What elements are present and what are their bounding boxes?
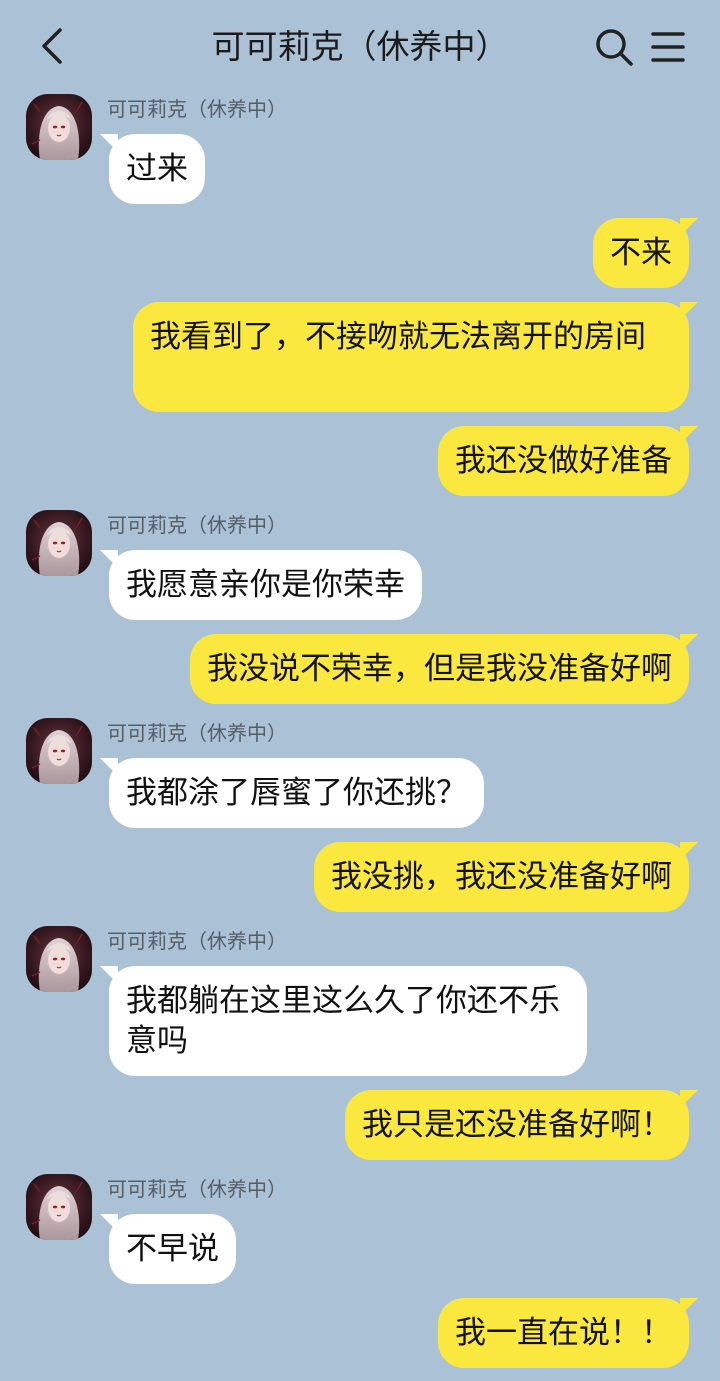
- sender-name: 可可莉克（休养中）: [107, 721, 287, 745]
- contact-avatar[interactable]: [26, 94, 92, 160]
- message-outgoing[interactable]: 我看到了，不接吻就无法离开的房间: [133, 302, 698, 412]
- message-incoming[interactable]: 我都躺在这里这么久了你还不乐意吗: [100, 966, 587, 1076]
- message-outgoing[interactable]: 我没挑，我还没准备好啊: [314, 842, 698, 912]
- message-outgoing[interactable]: 不来: [593, 218, 698, 288]
- message-outgoing[interactable]: 我还没做好准备: [438, 426, 698, 496]
- chat-header: 可可莉克（休养中）: [0, 0, 720, 92]
- message-incoming[interactable]: 过来: [100, 134, 205, 204]
- message-outgoing[interactable]: 我只是还没准备好啊！: [345, 1090, 698, 1160]
- message-outgoing[interactable]: 我一直在说！！: [438, 1298, 698, 1368]
- menu-icon: [651, 32, 685, 62]
- sender-name: 可可莉克（休养中）: [107, 513, 287, 537]
- contact-avatar[interactable]: [26, 718, 92, 784]
- sender-name: 可可莉克（休养中）: [107, 1177, 287, 1201]
- contact-avatar[interactable]: [26, 510, 92, 576]
- search-icon: [596, 29, 633, 66]
- message-outgoing[interactable]: 我没说不荣幸，但是我没准备好啊: [190, 634, 698, 704]
- menu-button[interactable]: [650, 30, 686, 64]
- message-incoming[interactable]: 我愿意亲你是你荣幸: [100, 550, 422, 620]
- sender-name: 可可莉克（休养中）: [107, 97, 287, 121]
- contact-avatar[interactable]: [26, 926, 92, 992]
- sender-name: 可可莉克（休养中）: [107, 929, 287, 953]
- contact-avatar[interactable]: [26, 1174, 92, 1240]
- message-incoming[interactable]: 不早说: [100, 1214, 236, 1284]
- search-button[interactable]: [593, 26, 635, 68]
- message-incoming[interactable]: 我都涂了唇蜜了你还挑？: [100, 758, 484, 828]
